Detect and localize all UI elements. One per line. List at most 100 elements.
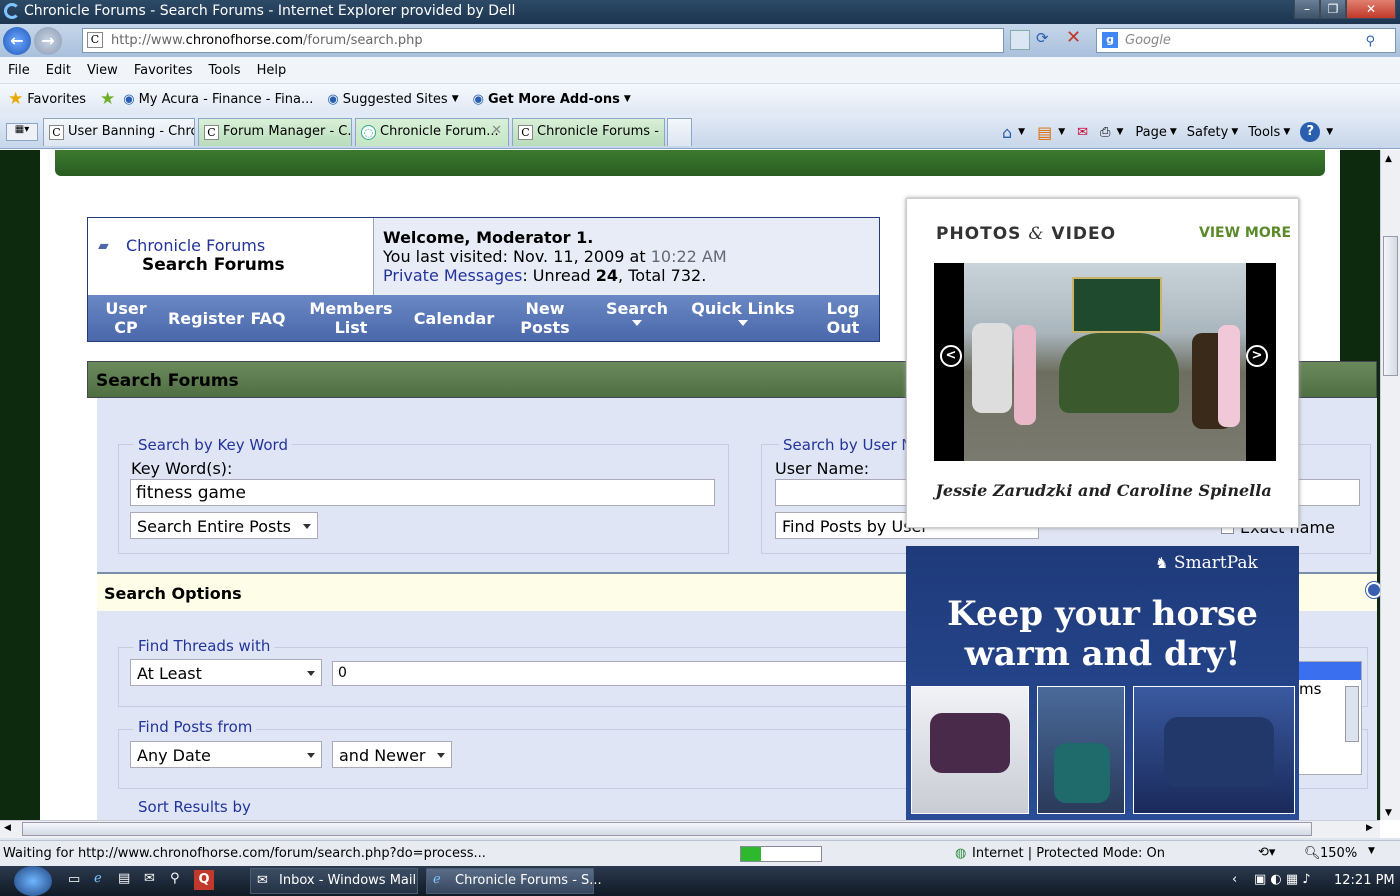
- nav-label: User: [105, 299, 147, 318]
- private-messages-link[interactable]: Private Messages: [383, 266, 522, 285]
- help-icon[interactable]: ?: [1300, 122, 1321, 142]
- breadcrumb-root-link[interactable]: Chronicle Forums: [126, 236, 373, 255]
- scroll-down-icon[interactable]: ▼: [1385, 808, 1392, 818]
- protected-mode-icon[interactable]: ⟲▾: [1258, 845, 1275, 860]
- home-icon[interactable]: ⌂: [1002, 123, 1012, 142]
- url-domain: chronofhorse.com: [185, 33, 304, 48]
- nav-label: New: [525, 299, 565, 318]
- safety-menu[interactable]: Safety: [1187, 125, 1229, 140]
- fav-link-suggested[interactable]: Suggested Sites: [343, 92, 448, 107]
- stop-icon[interactable]: ✕: [1066, 27, 1081, 48]
- scroll-up-icon[interactable]: ▲: [1385, 154, 1400, 164]
- tab-label: Forum Manager - C...: [223, 124, 352, 139]
- menu-favorites[interactable]: Favorites: [134, 63, 193, 78]
- close-window-icon[interactable]: ✕: [1346, 0, 1396, 19]
- tools-menu[interactable]: Tools: [1248, 125, 1280, 140]
- nav-quick-links[interactable]: Quick Links: [688, 299, 798, 326]
- nav-new-posts[interactable]: New Posts: [514, 299, 576, 337]
- print-icon[interactable]: ⎙: [1100, 125, 1110, 140]
- clock[interactable]: 12:21 PM: [1334, 873, 1395, 888]
- nav-faq[interactable]: FAQ: [246, 309, 290, 328]
- favorites-button[interactable]: Favorites: [27, 92, 86, 107]
- chevron-down-icon[interactable]: ▼: [1116, 127, 1123, 137]
- add-favorite-icon[interactable]: ★: [100, 89, 115, 109]
- next-photo-icon[interactable]: >: [1246, 345, 1268, 367]
- horizontal-scrollbar[interactable]: ◀ ▶: [0, 820, 1380, 838]
- posts-date-select[interactable]: Any Date: [130, 741, 322, 768]
- hscroll-thumb[interactable]: [22, 822, 1312, 836]
- tab-user-banning[interactable]: C User Banning - Chro...: [43, 118, 195, 146]
- list-scrollbar[interactable]: [1345, 686, 1359, 742]
- compat-view-icon[interactable]: [1010, 30, 1030, 50]
- url-input[interactable]: C http://www.chronofhorse.com/forum/sear…: [82, 28, 1004, 53]
- nav-label: Quick Links: [691, 299, 795, 318]
- maximize-icon[interactable]: ❐: [1320, 0, 1346, 19]
- tray-expand-icon[interactable]: ‹: [1232, 872, 1237, 887]
- menu-edit[interactable]: Edit: [46, 63, 71, 78]
- favorites-star-icon: ★: [8, 89, 24, 109]
- chevron-down-icon[interactable]: ▼: [1058, 127, 1065, 137]
- fav-link-addons[interactable]: Get More Add-ons: [488, 92, 620, 107]
- previous-photo-icon[interactable]: <: [940, 345, 962, 367]
- nav-log-out[interactable]: Log Out: [814, 299, 872, 337]
- nav-calendar[interactable]: Calendar: [410, 309, 498, 328]
- mail-icon[interactable]: ✉: [1077, 125, 1088, 140]
- feeds-icon[interactable]: ▤: [1037, 123, 1052, 142]
- scroll-left-icon[interactable]: ◀: [4, 823, 11, 833]
- nav-register[interactable]: Register: [166, 309, 246, 328]
- posts-newer-select[interactable]: and Newer: [332, 741, 452, 768]
- threads-mode-select[interactable]: At Least: [130, 659, 322, 686]
- chevron-down-icon[interactable]: ▼: [1231, 127, 1238, 137]
- chevron-down-icon[interactable]: ▼: [624, 94, 631, 104]
- forward-icon[interactable]: →: [34, 27, 62, 55]
- chevron-down-icon[interactable]: ▼: [452, 94, 459, 104]
- nav-members-list[interactable]: Members List: [308, 299, 394, 337]
- tray-icons[interactable]: ▣ ◐ ▦ ♪: [1254, 872, 1311, 887]
- new-tab-button[interactable]: [667, 118, 692, 146]
- minimize-icon[interactable]: –: [1294, 0, 1320, 19]
- taskbar-windows-mail[interactable]: ✉ Inbox - Windows Mail: [250, 868, 418, 894]
- start-button[interactable]: [14, 866, 52, 896]
- tab-forum-manager[interactable]: C Forum Manager - C...: [198, 118, 352, 146]
- menu-view[interactable]: View: [87, 63, 118, 78]
- keyword-scope-select[interactable]: Search Entire Posts: [130, 512, 318, 539]
- chevron-down-icon[interactable]: ▼: [1018, 127, 1025, 137]
- keyword-input[interactable]: fitness game: [130, 479, 715, 506]
- chevron-down-icon[interactable]: ▼: [1326, 127, 1333, 137]
- taskbar-chronicle-forums[interactable]: ℯ Chronicle Forums - S...: [426, 868, 602, 894]
- search-input[interactable]: g Google ⚲: [1096, 28, 1396, 53]
- menu-tools[interactable]: Tools: [209, 63, 241, 78]
- ie-quicklaunch-icon[interactable]: ℯ: [94, 871, 102, 886]
- back-icon[interactable]: ←: [3, 27, 31, 55]
- view-more-link[interactable]: VIEW MORE: [1199, 225, 1291, 241]
- chevron-down-icon[interactable]: ▼: [1170, 127, 1177, 137]
- chevron-down-icon[interactable]: ▼: [1368, 846, 1375, 856]
- menu-help[interactable]: Help: [257, 63, 287, 78]
- search-icon[interactable]: ⚲: [1365, 30, 1375, 53]
- keyword-legend: Search by Key Word: [134, 436, 292, 454]
- nav-user-cp[interactable]: User CP: [102, 299, 150, 337]
- photo-slideshow[interactable]: < >: [934, 263, 1276, 461]
- smartpak-ad[interactable]: ♞ SmartPak Keep your horse warm and dry!: [906, 546, 1299, 820]
- switch-windows-icon[interactable]: ▤: [118, 871, 130, 886]
- scroll-thumb[interactable]: [1383, 236, 1398, 376]
- page-menu[interactable]: Page: [1135, 125, 1166, 140]
- quick-tabs-icon[interactable]: ▦▾: [6, 123, 38, 141]
- refresh-icon[interactable]: ⟳: [1036, 29, 1049, 47]
- show-desktop-icon[interactable]: ▭: [68, 872, 80, 887]
- app-quicklaunch-icon[interactable]: Q: [194, 870, 214, 890]
- chevron-down-icon[interactable]: ▼: [1283, 127, 1290, 137]
- vertical-scrollbar[interactable]: ▲ ▼: [1380, 150, 1400, 820]
- fav-link-acura[interactable]: My Acura - Finance - Fina...: [139, 92, 314, 107]
- mail-quicklaunch-icon[interactable]: ✉: [144, 871, 155, 886]
- zone-text[interactable]: Internet | Protected Mode: On: [972, 846, 1165, 861]
- threads-count-input[interactable]: 0: [332, 661, 932, 686]
- tab-chronicle-forums-2[interactable]: C Chronicle Forums - ...: [512, 118, 665, 146]
- close-tab-icon[interactable]: ✕: [491, 123, 502, 138]
- nav-search[interactable]: Search: [600, 299, 674, 326]
- search-quicklaunch-icon[interactable]: ⚲: [170, 871, 180, 886]
- zoom-level[interactable]: 150%: [1320, 846, 1357, 861]
- scroll-right-icon[interactable]: ▶: [1366, 823, 1373, 833]
- tab-chronicle-forums-active[interactable]: ◌ Chronicle Forum... ✕: [355, 118, 509, 146]
- menu-file[interactable]: File: [8, 63, 30, 78]
